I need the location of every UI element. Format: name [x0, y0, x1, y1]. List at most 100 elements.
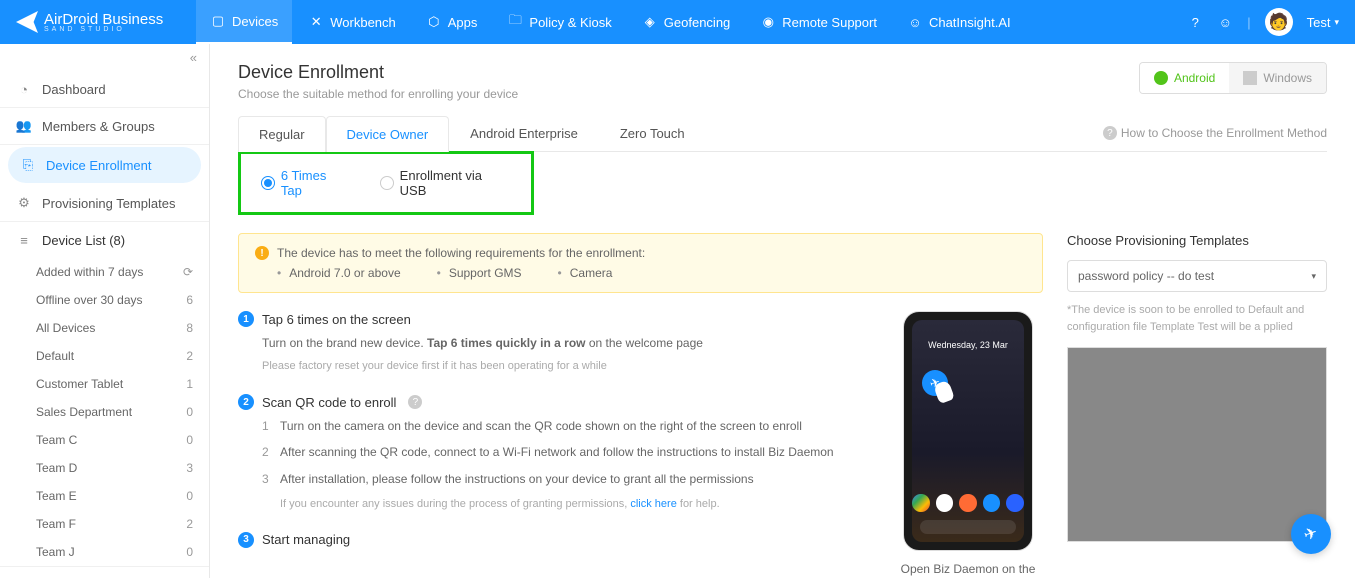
nav-right: ? ☺ | 🧑 Test▾	[1187, 8, 1339, 36]
device-item-tablet[interactable]: Customer Tablet1	[36, 370, 209, 398]
step-3: 3Start managing	[238, 532, 873, 548]
nav-apps[interactable]: ⬡Apps	[412, 0, 492, 44]
remote-icon: ◉	[760, 14, 776, 30]
step-2: 2Scan QR code to enroll ? Turn on the ca…	[238, 394, 873, 514]
devices-icon: ▢	[210, 13, 226, 29]
collapse-button[interactable]: «	[0, 44, 209, 71]
app-icon	[1006, 494, 1024, 512]
step-1: 1Tap 6 times on the screen Turn on the b…	[238, 311, 873, 376]
refresh-icon[interactable]: ⟳	[183, 265, 193, 279]
device-item-offline[interactable]: Offline over 30 days6	[36, 286, 209, 314]
nav-remote[interactable]: ◉Remote Support	[746, 0, 891, 44]
nav-chat[interactable]: ☺ChatInsight.AI	[893, 0, 1025, 44]
enrollment-tabs: Regular Device Owner Android Enterprise …	[238, 115, 706, 151]
sidebar-members[interactable]: 👥Members & Groups	[0, 108, 209, 144]
sidebar: « ◔Dashboard 👥Members & Groups ⎘Device E…	[0, 44, 210, 578]
provisioning-title: Choose Provisioning Templates	[1067, 233, 1327, 248]
app-icon	[983, 494, 1001, 512]
phone-date: Wednesday, 23 Mar	[912, 320, 1024, 350]
device-item-teamf[interactable]: Team F2	[36, 510, 209, 538]
chat-icon: ☺	[907, 14, 923, 30]
app-icon	[936, 494, 954, 512]
tab-zero-touch[interactable]: Zero Touch	[599, 115, 706, 151]
info-icon[interactable]: ?	[408, 395, 422, 409]
floating-action-button[interactable]	[1291, 514, 1331, 554]
platform-toggle: Android Windows	[1139, 62, 1327, 94]
device-item-sales[interactable]: Sales Department0	[36, 398, 209, 426]
radio-icon	[380, 176, 394, 190]
platform-android[interactable]: Android	[1140, 63, 1229, 93]
step-number-icon: 2	[238, 394, 254, 410]
page-subtitle: Choose the suitable method for enrolling…	[238, 87, 518, 101]
nav-items: ▢Devices ✕Workbench ⬡Apps 🗀Policy & Kios…	[196, 0, 1187, 44]
substep-2: After scanning the QR code, connect to a…	[262, 442, 873, 462]
phone-frame: Wednesday, 23 Mar	[903, 311, 1033, 551]
template-select[interactable]: password policy -- do test▾	[1067, 260, 1327, 292]
phone-search-bar	[920, 520, 1016, 534]
geofencing-icon: ◈	[642, 14, 658, 30]
nav-policy[interactable]: 🗀Policy & Kiosk	[493, 0, 625, 44]
substep-1: Turn on the camera on the device and sca…	[262, 416, 873, 436]
device-item-default[interactable]: Default2	[36, 342, 209, 370]
tab-device-owner[interactable]: Device Owner	[326, 116, 450, 152]
req-gms: Support GMS	[437, 266, 522, 280]
members-icon: 👥	[16, 118, 32, 134]
nav-devices[interactable]: ▢Devices	[196, 0, 292, 44]
help-link[interactable]: ?How to Choose the Enrollment Method	[1103, 126, 1327, 140]
main-content: Device Enrollment Choose the suitable me…	[210, 44, 1355, 578]
templates-icon: ⚙	[16, 195, 32, 211]
device-item-added[interactable]: Added within 7 days⟳	[36, 258, 209, 286]
enrollment-icon: ⎘	[20, 157, 36, 173]
template-preview	[1067, 347, 1327, 542]
policy-icon: 🗀	[507, 14, 523, 30]
windows-icon	[1243, 71, 1257, 85]
substep-3: After installation, please follow the in…	[262, 469, 873, 489]
device-item-teamj[interactable]: Team J0	[36, 538, 209, 566]
user-menu[interactable]: Test▾	[1307, 15, 1339, 30]
device-list-header[interactable]: ≡Device List (8)	[0, 222, 209, 258]
device-item-teamc[interactable]: Team C0	[36, 426, 209, 454]
sidebar-dashboard[interactable]: ◔Dashboard	[0, 71, 209, 107]
radio-icon	[261, 176, 275, 190]
req-camera: Camera	[558, 266, 613, 280]
click-here-link[interactable]: click here	[630, 498, 676, 510]
provisioning-panel: Choose Provisioning Templates password p…	[1067, 233, 1327, 578]
device-item-all[interactable]: All Devices8	[36, 314, 209, 342]
radio-usb[interactable]: Enrollment via USB	[380, 168, 511, 198]
dashboard-icon: ◔	[16, 81, 32, 97]
avatar[interactable]: 🧑	[1265, 8, 1293, 36]
req-android: Android 7.0 or above	[277, 266, 401, 280]
brand-sub: SAND STUDIO	[44, 26, 163, 33]
chevron-down-icon: ▾	[1311, 271, 1316, 282]
list-icon: ≡	[16, 232, 32, 248]
enrollment-method-radios: 6 Times Tap Enrollment via USB	[238, 151, 534, 215]
requirements-warning: !The device has to meet the following re…	[238, 233, 1043, 293]
sidebar-templates[interactable]: ⚙Provisioning Templates	[0, 185, 209, 221]
step-number-icon: 1	[238, 311, 254, 327]
page-title: Device Enrollment	[238, 62, 518, 83]
sidebar-enrollment[interactable]: ⎘Device Enrollment	[8, 147, 201, 183]
provisioning-note: *The device is soon to be enrolled to De…	[1067, 302, 1327, 335]
question-icon: ?	[1103, 126, 1117, 140]
radio-6-times-tap[interactable]: 6 Times Tap	[261, 168, 350, 198]
top-nav: AirDroid Business SAND STUDIO ▢Devices ✕…	[0, 0, 1355, 44]
android-icon	[1154, 71, 1168, 85]
logo-icon	[16, 11, 38, 33]
platform-windows[interactable]: Windows	[1229, 63, 1326, 93]
nav-workbench[interactable]: ✕Workbench	[294, 0, 410, 44]
device-item-teamd[interactable]: Team D3	[36, 454, 209, 482]
help-icon[interactable]: ?	[1187, 14, 1203, 30]
app-icon	[912, 494, 930, 512]
hand-icon	[933, 380, 955, 404]
phone-caption: Open Biz Daemon on the device	[893, 561, 1043, 578]
notification-icon[interactable]: ☺	[1217, 14, 1233, 30]
tab-android-enterprise[interactable]: Android Enterprise	[449, 115, 599, 151]
tab-regular[interactable]: Regular	[238, 116, 326, 152]
apps-icon: ⬡	[426, 14, 442, 30]
device-item-teame[interactable]: Team E0	[36, 482, 209, 510]
app-icon	[959, 494, 977, 512]
nav-geofencing[interactable]: ◈Geofencing	[628, 0, 745, 44]
logo[interactable]: AirDroid Business SAND STUDIO	[16, 11, 196, 33]
phone-preview: Wednesday, 23 Mar	[893, 311, 1043, 578]
workbench-icon: ✕	[308, 14, 324, 30]
